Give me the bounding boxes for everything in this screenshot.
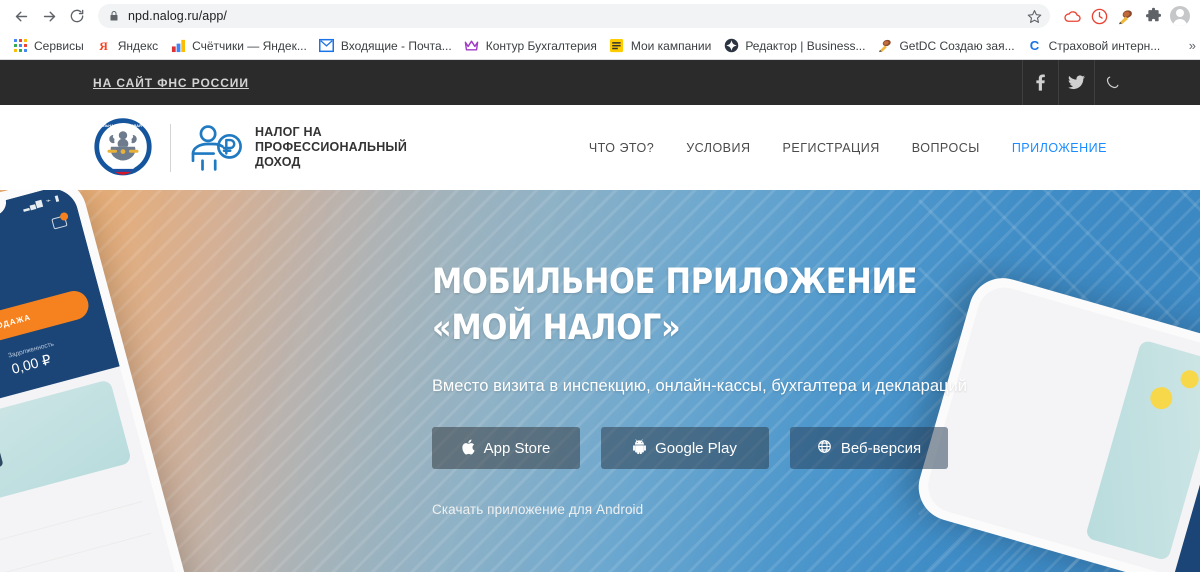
bookmark-star-icon xyxy=(1027,9,1041,23)
brand-line-2: ПРОФЕССИОНАЛЬНЫЙ xyxy=(255,139,408,154)
bookmark-item-kontur[interactable]: Контур Бухгалтерия xyxy=(461,34,606,58)
reload-icon xyxy=(70,9,84,23)
brand-title: НАЛОГ НА ПРОФЕССИОНАЛЬНЫЙ ДОХОД xyxy=(255,125,407,171)
bookmark-label: Сервисы xyxy=(34,38,84,53)
android-icon xyxy=(633,439,647,457)
google-play-label: Google Play xyxy=(655,439,737,457)
extension-puzzle-icon xyxy=(1145,7,1161,21)
editor-star-icon xyxy=(723,38,739,54)
bookmark-label: Редактор | Business... xyxy=(745,38,866,53)
bookmark-label: Страховой интерн... xyxy=(1048,38,1161,53)
site-topbar: НА САЙТ ФНС РОССИИ xyxy=(0,60,1200,105)
web-version-label: Веб-версия xyxy=(840,439,922,457)
facebook-icon xyxy=(1036,74,1045,91)
bookmark-item-editor[interactable]: Редактор | Business... xyxy=(720,34,874,58)
forward-arrow-icon xyxy=(43,11,55,21)
nav-item-questions[interactable]: ВОПРОСЫ xyxy=(912,141,980,155)
mail-icon xyxy=(319,38,335,54)
nav-item-what-is-it[interactable]: ЧТО ЭТО? xyxy=(589,141,654,155)
shield-clock-icon-button[interactable] xyxy=(1089,6,1109,26)
crown-icon xyxy=(464,38,480,54)
nav-item-conditions[interactable]: УСЛОВИЯ xyxy=(686,141,750,155)
yandex-icon: Я xyxy=(96,38,112,54)
phone-icon xyxy=(1106,76,1119,89)
browser-toolbar: npd.nalog.ru/app/ xyxy=(0,0,1200,32)
nav-item-application[interactable]: ПРИЛОЖЕНИЕ xyxy=(1012,141,1107,155)
nav-item-registration[interactable]: РЕГИСТРАЦИЯ xyxy=(783,141,880,155)
browser-chrome: npd.nalog.ru/app/ Сервисы Я Яндекс Счётч… xyxy=(0,0,1200,60)
bookmark-star-button[interactable] xyxy=(1022,4,1046,28)
npd-person-ruble-icon xyxy=(191,124,242,171)
hero-banner: 9:41 ▂▄▆ ⌁ ▮ Иванов Е.Ф. Выручка за дека… xyxy=(0,190,1200,572)
url-text: npd.nalog.ru/app/ xyxy=(128,9,228,23)
forward-button[interactable] xyxy=(36,3,62,29)
lock-icon xyxy=(110,11,118,21)
reload-button[interactable] xyxy=(64,3,90,29)
site-header: ФЕДЕРАЛЬНАЯ НАЛОГОВАЯ СЛУЖБА xyxy=(0,105,1200,190)
twitter-link[interactable] xyxy=(1058,60,1094,105)
getdc-extension-icon-button[interactable] xyxy=(1116,6,1136,26)
profile-avatar-icon[interactable] xyxy=(1170,6,1190,26)
metrika-chart-icon xyxy=(170,38,186,54)
hero-store-buttons: App Store Google Play Веб-версия xyxy=(432,427,1200,469)
getdc-icon xyxy=(1118,9,1132,24)
cloud-icon xyxy=(1063,10,1081,22)
app-store-button[interactable]: App Store xyxy=(432,427,580,469)
svg-text:Я: Я xyxy=(99,39,108,53)
main-navigation: ЧТО ЭТО? УСЛОВИЯ РЕГИСТРАЦИЯ ВОПРОСЫ ПРИ… xyxy=(589,141,1107,155)
bookmarks-bar: Сервисы Я Яндекс Счётчики — Яндек... Вхо… xyxy=(0,32,1200,60)
bookmark-item-campaigns[interactable]: Мои кампании xyxy=(606,34,720,58)
address-bar[interactable]: npd.nalog.ru/app/ xyxy=(98,4,1050,28)
hero-content: МОБИЛЬНОЕ ПРИЛОЖЕНИЕ «МОЙ НАЛОГ» Вместо … xyxy=(0,190,1200,519)
hero-subtitle: Вместо визита в инспекцию, онлайн-кассы,… xyxy=(432,377,968,395)
brand-block[interactable]: ФЕДЕРАЛЬНАЯ НАЛОГОВАЯ СЛУЖБА xyxy=(93,117,407,179)
fns-emblem-icon: ФЕДЕРАЛЬНАЯ НАЛОГОВАЯ СЛУЖБА xyxy=(93,117,153,175)
extensions-button[interactable] xyxy=(1143,6,1163,26)
bookmark-item-yandex[interactable]: Я Яндекс xyxy=(93,34,167,58)
back-arrow-icon xyxy=(15,11,27,21)
bookmark-label: Яндекс xyxy=(117,38,159,53)
bookmark-label: Контур Бухгалтерия xyxy=(485,38,597,53)
phone-link[interactable] xyxy=(1094,60,1130,105)
back-button[interactable] xyxy=(8,3,34,29)
hero-title-line-1: МОБИЛЬНОЕ ПРИЛОЖЕНИЕ xyxy=(432,262,918,302)
hero-title: МОБИЛЬНОЕ ПРИЛОЖЕНИЕ «МОЙ НАЛОГ» xyxy=(432,260,1100,351)
google-play-button[interactable]: Google Play xyxy=(601,427,769,469)
facebook-link[interactable] xyxy=(1022,60,1058,105)
brand-line-1: НАЛОГ НА xyxy=(255,124,322,139)
fns-site-link[interactable]: НА САЙТ ФНС РОССИИ xyxy=(93,76,249,90)
shield-clock-icon xyxy=(1091,8,1107,24)
toolbar-extension-icons xyxy=(1056,6,1192,26)
twitter-bird-icon xyxy=(1068,75,1085,90)
web-version-button[interactable]: Веб-версия xyxy=(790,427,948,469)
bookmark-label: Входящие - Почта... xyxy=(340,38,452,53)
svg-text:C: C xyxy=(1030,38,1040,53)
hero-title-line-2: «МОЙ НАЛОГ» xyxy=(432,307,681,348)
bookmarks-overflow-button[interactable]: » xyxy=(1189,38,1196,53)
app-store-label: App Store xyxy=(483,439,551,457)
bookmark-label: Мои кампании xyxy=(630,38,712,53)
getdc-icon xyxy=(877,38,893,54)
apple-icon xyxy=(461,439,475,458)
download-android-link[interactable]: Скачать приложение для Android xyxy=(432,502,643,517)
brand-line-3: ДОХОД xyxy=(255,155,301,170)
bookmark-item-insurance[interactable]: C Страховой интерн... xyxy=(1024,34,1170,58)
cloud-icon-button[interactable] xyxy=(1062,6,1082,26)
bookmark-item-mail[interactable]: Входящие - Почта... xyxy=(316,34,461,58)
brand-divider xyxy=(170,123,171,172)
bookmark-item-metrika[interactable]: Счётчики — Яндек... xyxy=(167,34,316,58)
bookmark-label: GetDC Создаю зая... xyxy=(899,38,1015,53)
letter-c-icon: C xyxy=(1027,38,1043,54)
bookmark-item-services[interactable]: Сервисы xyxy=(9,34,93,58)
bookmark-item-getdc[interactable]: GetDC Создаю зая... xyxy=(874,34,1023,58)
direct-icon xyxy=(609,38,625,54)
svg-text:ФЕДЕРАЛЬНАЯ НАЛОГОВАЯ СЛУЖБА: ФЕДЕРАЛЬНАЯ НАЛОГОВАЯ СЛУЖБА xyxy=(93,124,153,128)
globe-icon xyxy=(817,439,832,457)
apps-grid-icon xyxy=(12,38,28,54)
social-links xyxy=(1022,60,1200,105)
bookmark-label: Счётчики — Яндек... xyxy=(192,38,307,53)
